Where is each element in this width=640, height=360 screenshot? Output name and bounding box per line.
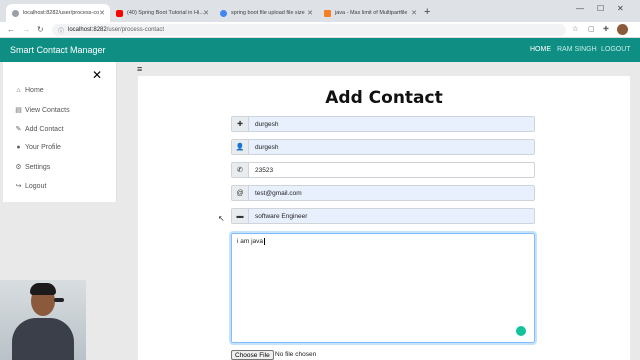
url-text: localhost:8282/user/process-contact <box>68 27 165 33</box>
phone-icon: ✆ <box>232 163 249 177</box>
tab-close-icon[interactable]: ✕ <box>203 9 209 17</box>
maximize-icon[interactable]: ☐ <box>597 4 604 13</box>
mouse-cursor-icon: ↖ <box>218 214 225 223</box>
sidebar-close-icon[interactable]: ✕ <box>92 68 102 82</box>
browser-toolbar: ← → ↻ ⓘ localhost:8282/user/process-cont… <box>0 22 640 38</box>
browser-tab-strip: localhost:8282/user/process-co ✕ (40) Sp… <box>0 0 640 22</box>
plus-icon: ✚ <box>232 117 249 131</box>
sidebar: ✕ ⌂ Home ▤ View Contacts ✎ Add Contact ●… <box>3 62 117 202</box>
browser-tab[interactable]: (40) Spring Boot Tutorial in Hindi ✕ <box>110 4 214 22</box>
second-name-input[interactable]: durgesh <box>249 140 534 154</box>
info-icon[interactable]: ⓘ <box>58 26 64 35</box>
nav-logout-link[interactable]: LOGOUT <box>601 46 631 53</box>
menu-toggle-icon[interactable]: ≡ <box>137 64 142 74</box>
app-navbar: Smart Contact Manager HOME RAM SINGH LOG… <box>0 38 640 62</box>
sidebar-item-label: Add Contact <box>25 125 64 133</box>
nav-user-link[interactable]: RAM SINGH <box>557 46 597 53</box>
phone-field[interactable]: ✆ 23523 <box>231 162 535 178</box>
sidebar-item-settings[interactable]: ⚙ Settings <box>14 163 51 172</box>
tab-favicon-icon <box>12 9 19 17</box>
new-tab-button[interactable]: + <box>424 6 430 18</box>
sidebar-item-label: Settings <box>25 163 51 171</box>
forward-icon[interactable]: → <box>22 24 30 35</box>
at-icon: @ <box>232 186 249 200</box>
tab-close-icon[interactable]: ✕ <box>99 9 105 17</box>
sidebar-item-label: Logout <box>25 182 47 190</box>
google-favicon-icon <box>220 9 227 17</box>
sidebar-item-your-profile[interactable]: ● Your Profile <box>14 144 61 151</box>
sign-out-icon: ↪ <box>15 183 22 190</box>
cogs-icon: ⚙ <box>15 164 22 171</box>
add-contact-card: Add Contact ✚ durgesh 👤 durgesh ✆ 23523 … <box>138 76 630 360</box>
email-field[interactable]: @ test@gmail.com <box>231 185 535 201</box>
sidebar-item-label: Home <box>25 87 44 94</box>
browser-tab-active[interactable]: localhost:8282/user/process-co ✕ <box>6 4 110 22</box>
name-input[interactable]: durgesh <box>249 117 534 131</box>
work-field[interactable]: ▬ software Engineer <box>231 208 535 224</box>
bookmark-star-icon[interactable]: ☆ <box>572 25 578 33</box>
description-textarea[interactable]: i am java <box>231 233 535 343</box>
sidebar-item-logout[interactable]: ↪ Logout <box>14 182 47 191</box>
tab-title: localhost:8282/user/process-co <box>23 10 100 16</box>
grammarly-icon[interactable] <box>516 326 526 336</box>
choose-file-button[interactable]: Choose File <box>231 350 274 360</box>
stackoverflow-favicon-icon <box>324 9 331 17</box>
tab-title: spring boot file upload file size <box>231 10 305 16</box>
nav-home-link[interactable]: HOME <box>530 46 551 53</box>
puzzle-icon[interactable]: ✚ <box>603 25 609 33</box>
address-book-icon: ▤ <box>15 107 22 114</box>
youtube-favicon-icon <box>116 9 123 17</box>
sidebar-item-label: View Contacts <box>25 106 70 114</box>
user-circle-icon: ● <box>16 144 21 151</box>
second-name-field[interactable]: 👤 durgesh <box>231 139 535 155</box>
sidebar-item-view-contacts[interactable]: ▤ View Contacts <box>14 106 70 115</box>
browser-tab[interactable]: spring boot file upload file size ✕ <box>214 4 318 22</box>
presenter-hair <box>30 283 56 295</box>
sidebar-item-add-contact[interactable]: ✎ Add Contact <box>14 125 64 134</box>
reload-icon[interactable]: ↻ <box>37 24 44 35</box>
sidebar-item-home[interactable]: ⌂ Home <box>14 87 44 94</box>
phone-input[interactable]: 23523 <box>249 163 534 177</box>
address-bar[interactable]: ⓘ localhost:8282/user/process-contact <box>52 24 566 36</box>
tab-title: (40) Spring Boot Tutorial in Hindi <box>127 10 205 16</box>
extension-icon[interactable]: ▢ <box>588 25 595 33</box>
briefcase-icon: ▬ <box>232 209 249 223</box>
minimize-icon[interactable]: — <box>576 4 584 13</box>
work-input[interactable]: software Engineer <box>249 209 534 223</box>
tab-close-icon[interactable]: ✕ <box>307 9 313 17</box>
file-status-text: No file chosen <box>275 351 317 358</box>
tab-close-icon[interactable]: ✕ <box>411 9 417 17</box>
home-icon: ⌂ <box>16 87 21 94</box>
page-title: Add Contact <box>325 88 443 108</box>
profile-avatar[interactable] <box>617 24 628 35</box>
tab-title: java - Max limit of Multipartfile <box>335 10 408 16</box>
presenter-body <box>12 318 74 360</box>
webcam-overlay <box>0 280 86 360</box>
pencil-icon: ✎ <box>15 126 22 133</box>
headset-mic-icon <box>54 298 64 302</box>
user-icon: 👤 <box>232 140 249 154</box>
window-close-icon[interactable]: ✕ <box>617 4 624 13</box>
name-field[interactable]: ✚ durgesh <box>231 116 535 132</box>
sidebar-item-label: Your Profile <box>25 144 61 151</box>
email-input[interactable]: test@gmail.com <box>249 186 534 200</box>
brand-title[interactable]: Smart Contact Manager <box>10 45 106 55</box>
browser-tab[interactable]: java - Max limit of Multipartfile ✕ <box>318 4 422 22</box>
back-icon[interactable]: ← <box>7 24 15 35</box>
description-text: i am java <box>237 238 264 245</box>
